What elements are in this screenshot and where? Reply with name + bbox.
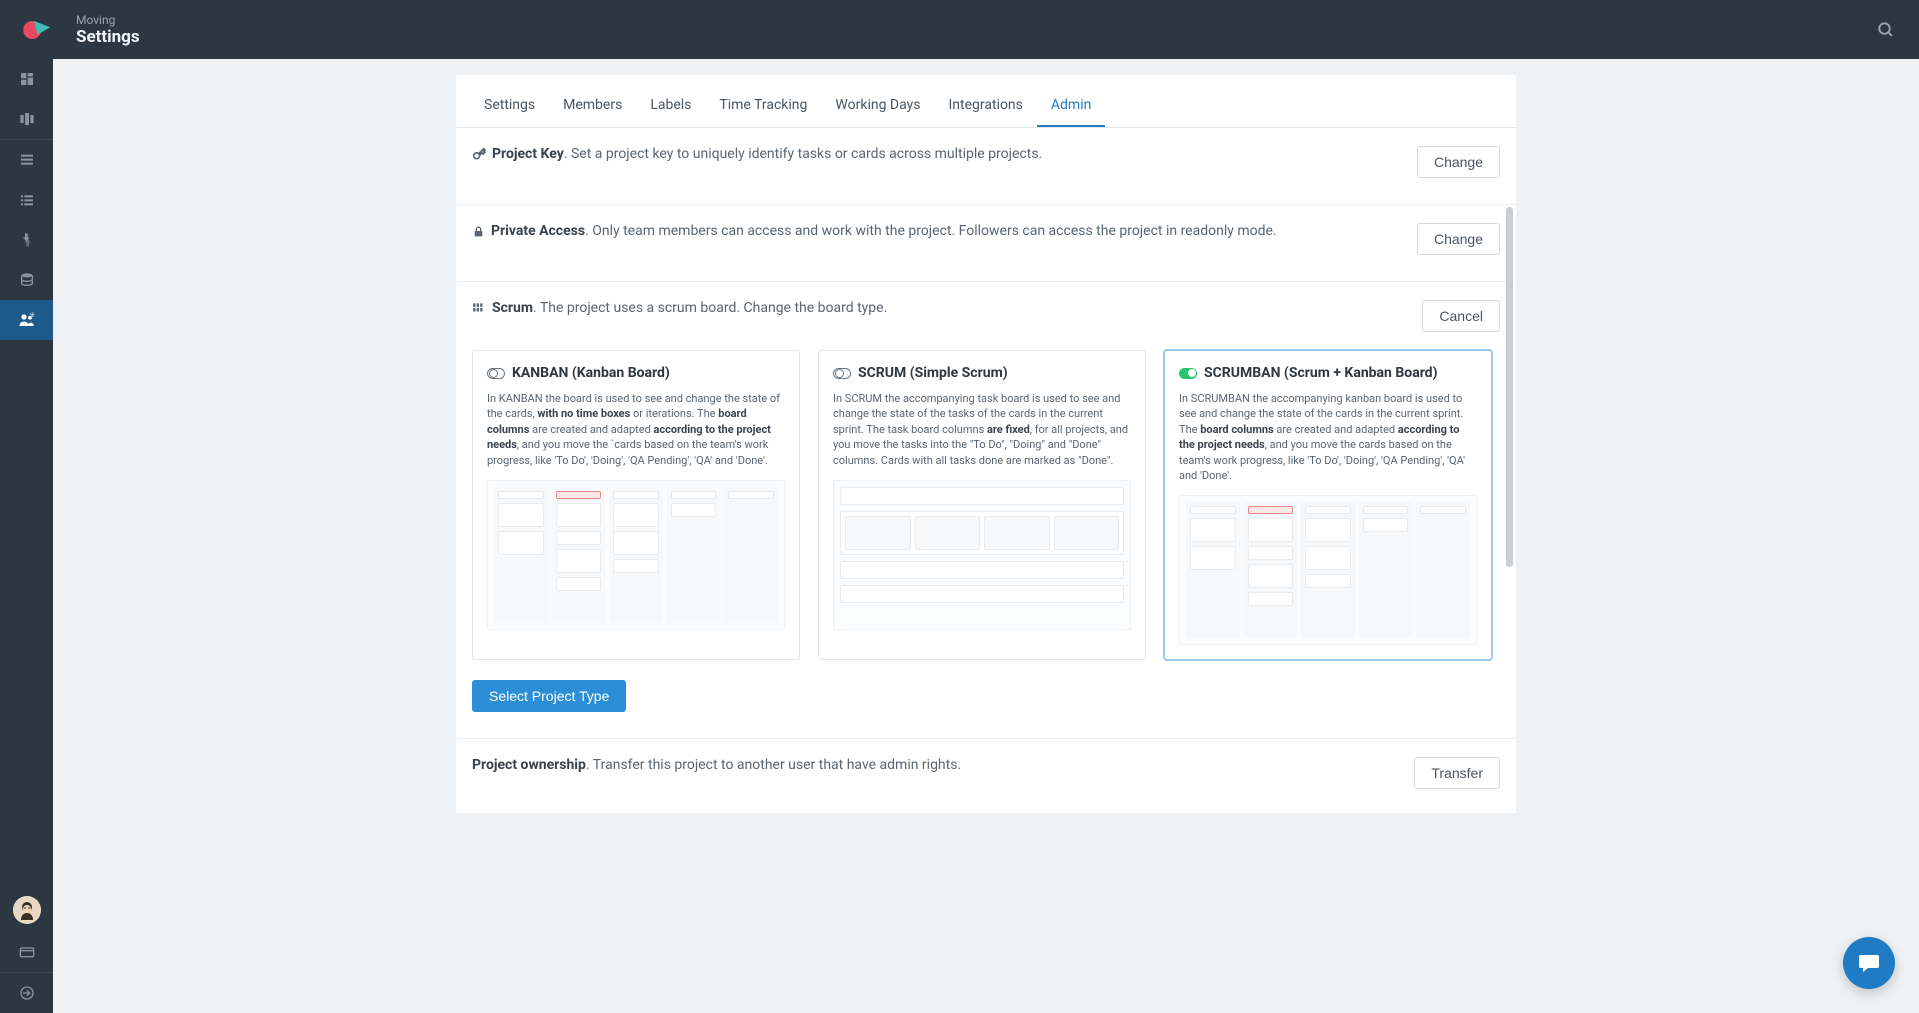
page-title: Settings <box>76 27 140 47</box>
sidebar <box>0 59 53 1013</box>
section-desc: . Transfer this project to another user … <box>586 757 961 773</box>
cancel-board-type-button[interactable]: Cancel <box>1422 300 1500 332</box>
card-title: SCRUM (Simple Scrum) <box>858 365 1008 381</box>
sidebar-item-list[interactable] <box>0 180 53 220</box>
tab-time-tracking[interactable]: Time Tracking <box>705 75 821 127</box>
change-access-button[interactable]: Change <box>1417 223 1500 255</box>
tab-members[interactable]: Members <box>549 75 636 127</box>
sidebar-item-backlog[interactable] <box>0 140 53 180</box>
section-ownership: Project ownership . Transfer this projec… <box>456 739 1516 813</box>
app-header: Moving Settings <box>0 0 1919 59</box>
lock-icon <box>472 225 485 238</box>
section-private-access: Private Access . Only team members can a… <box>456 205 1516 282</box>
breadcrumb[interactable]: Moving <box>76 13 140 27</box>
settings-tabs: Settings Members Labels Time Tracking Wo… <box>456 75 1516 128</box>
card-description: In SCRUMBAN the accompanying kanban boar… <box>1179 391 1477 483</box>
card-scrum[interactable]: SCRUM (Simple Scrum) In SCRUM the accomp… <box>818 350 1146 660</box>
avatar[interactable] <box>13 896 41 924</box>
section-board-type: Scrum . The project uses a scrum board. … <box>456 282 1516 739</box>
search-icon[interactable] <box>1869 13 1903 47</box>
toggle-on-icon <box>1179 368 1197 379</box>
settings-panel: Settings Members Labels Time Tracking Wo… <box>456 75 1516 813</box>
section-title: Private Access <box>491 223 585 239</box>
card-kanban[interactable]: KANBAN (Kanban Board) In KANBAN the boar… <box>472 350 800 660</box>
tab-working-days[interactable]: Working Days <box>821 75 934 127</box>
app-logo[interactable] <box>16 12 52 48</box>
tab-labels[interactable]: Labels <box>636 75 705 127</box>
change-project-key-button[interactable]: Change <box>1417 146 1500 178</box>
sidebar-item-data[interactable] <box>0 260 53 300</box>
kanban-preview <box>487 480 785 630</box>
section-project-key: Project Key . Set a project key to uniqu… <box>456 128 1516 205</box>
scrollbar-thumb[interactable] <box>1506 207 1513 567</box>
tab-admin[interactable]: Admin <box>1037 75 1105 127</box>
card-scrumban[interactable]: SCRUMBAN (Scrum + Kanban Board) In SCRUM… <box>1164 350 1492 660</box>
section-title: Project Key <box>492 146 564 162</box>
card-description: In SCRUM the accompanying task board is … <box>833 391 1131 468</box>
scrum-preview <box>833 480 1131 630</box>
section-title: Scrum <box>492 300 533 316</box>
select-project-type-button[interactable]: Select Project Type <box>472 680 626 712</box>
scrumban-preview <box>1179 495 1477 645</box>
transfer-ownership-button[interactable]: Transfer <box>1414 757 1500 789</box>
key-icon <box>472 147 486 161</box>
sidebar-item-dashboard[interactable] <box>0 59 53 99</box>
chat-bubble-button[interactable] <box>1843 937 1895 989</box>
card-title: SCRUMBAN (Scrum + Kanban Board) <box>1204 365 1437 381</box>
sidebar-item-sprints[interactable] <box>0 220 53 260</box>
tab-integrations[interactable]: Integrations <box>934 75 1036 127</box>
section-title: Project ownership <box>472 757 586 773</box>
board-type-cards: KANBAN (Kanban Board) In KANBAN the boar… <box>472 350 1500 660</box>
main-content: Settings Members Labels Time Tracking Wo… <box>53 59 1919 813</box>
sidebar-item-boards[interactable] <box>0 99 53 139</box>
sidebar-item-team-settings[interactable] <box>0 300 53 340</box>
card-title: KANBAN (Kanban Board) <box>512 365 670 381</box>
toggle-off-icon <box>833 368 851 379</box>
sidebar-item-billing[interactable] <box>0 932 53 972</box>
section-desc: . The project uses a scrum board. Change… <box>533 300 887 316</box>
header-title-wrap: Moving Settings <box>76 13 140 47</box>
board-icon <box>472 301 486 315</box>
tab-settings[interactable]: Settings <box>470 75 549 127</box>
section-desc: . Set a project key to uniquely identify… <box>564 146 1042 162</box>
sidebar-item-logout[interactable] <box>0 973 53 1013</box>
toggle-off-icon <box>487 368 505 379</box>
section-desc: . Only team members can access and work … <box>585 223 1277 239</box>
card-description: In KANBAN the board is used to see and c… <box>487 391 785 468</box>
